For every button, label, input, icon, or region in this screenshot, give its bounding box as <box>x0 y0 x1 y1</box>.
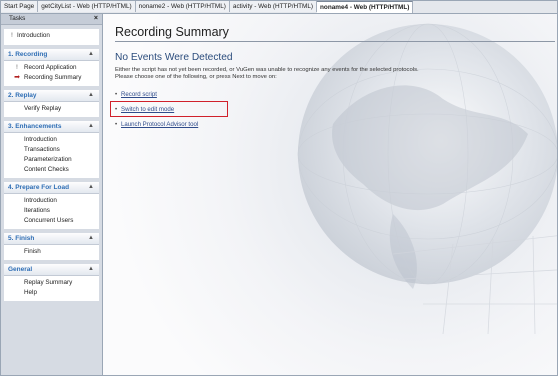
description-text: Either the script has not yet been recor… <box>115 67 535 81</box>
highlight-box <box>110 101 228 117</box>
chevron-up-icon[interactable]: ▲ <box>88 90 94 101</box>
group-general-header[interactable]: General ▲ <box>4 264 99 276</box>
main-content: Recording Summary No Events Were Detecte… <box>103 14 557 375</box>
page-title: Recording Summary <box>115 25 229 39</box>
bullet-icon: • <box>115 121 118 128</box>
group-prepare-for-load-header[interactable]: 4. Prepare For Load ▲ <box>4 182 99 194</box>
sidebar-item-label: Transactions <box>24 146 60 153</box>
sidebar-item-load-introduction[interactable]: Introduction <box>4 196 99 206</box>
tasks-pane-header: Tasks × <box>1 14 102 25</box>
tab-activity[interactable]: activity - Web (HTTP/HTML) <box>229 1 318 12</box>
tab-noname4[interactable]: noname4 - Web (HTTP/HTML) <box>317 1 414 13</box>
info-icon: ! <box>11 33 13 39</box>
sidebar-item-record-application[interactable]: ! Record Application <box>4 63 99 73</box>
group-recording: 1. Recording ▲ ! Record Application ➡ Re… <box>4 49 99 86</box>
tasks-pane-title: Tasks <box>9 15 26 22</box>
sidebar-item-help[interactable]: Help <box>4 288 99 298</box>
sidebar-item-enh-introduction[interactable]: Introduction <box>4 135 99 145</box>
arrow-right-icon: ➡ <box>14 74 20 81</box>
group-replay: 2. Replay ▲ Verify Replay <box>4 90 99 117</box>
description-line: Please choose one of the following, or p… <box>115 74 277 80</box>
group-title: 3. Enhancements <box>8 123 62 130</box>
group-prepare-for-load: 4. Prepare For Load ▲ Introduction Itera… <box>4 182 99 229</box>
sidebar-item-label: Introduction <box>24 136 57 143</box>
title-divider <box>115 41 555 42</box>
sidebar-item-label: Record Application <box>24 64 77 71</box>
tab-getcitylist[interactable]: getCityList - Web (HTTP/HTML) <box>38 1 136 12</box>
introduction-item[interactable]: ! Introduction <box>8 32 95 40</box>
sidebar-item-replay-summary[interactable]: Replay Summary <box>4 278 99 288</box>
sidebar-item-label: Help <box>24 289 37 296</box>
chevron-up-icon[interactable]: ▲ <box>88 182 94 193</box>
close-icon[interactable]: × <box>94 14 98 24</box>
group-title: 1. Recording <box>8 51 48 58</box>
sidebar-item-label: Concurrent Users <box>24 217 74 224</box>
sidebar-item-recording-summary[interactable]: ➡ Recording Summary <box>4 73 99 83</box>
sidebar-item-verify-replay[interactable]: Verify Replay <box>4 104 99 114</box>
group-title: 4. Prepare For Load <box>8 184 70 191</box>
sidebar-item-content-checks[interactable]: Content Checks <box>4 165 99 175</box>
sidebar-item-concurrent-users[interactable]: Concurrent Users <box>4 216 99 226</box>
sidebar-item-label: Recording Summary <box>24 74 82 81</box>
introduction-link[interactable]: ! Introduction <box>4 29 99 45</box>
document-tab-bar: Start Page getCityList - Web (HTTP/HTML)… <box>1 1 557 14</box>
description-line: Either the script has not yet been recor… <box>115 67 419 73</box>
sidebar-item-label: Iterations <box>24 207 50 214</box>
group-enhancements-header[interactable]: 3. Enhancements ▲ <box>4 121 99 133</box>
chevron-up-icon[interactable]: ▲ <box>88 121 94 132</box>
group-title: General <box>8 266 33 273</box>
bullet-icon: • <box>115 91 118 98</box>
group-replay-header[interactable]: 2. Replay ▲ <box>4 90 99 102</box>
tab-noname2[interactable]: noname2 - Web (HTTP/HTML) <box>135 1 230 12</box>
group-finish-header[interactable]: 5. Finish ▲ <box>4 233 99 245</box>
sidebar-item-finish[interactable]: Finish <box>4 247 99 257</box>
tasks-pane: Tasks × ! Introduction 1. Recording ▲ ! … <box>1 14 103 375</box>
sidebar-item-label: Finish <box>24 248 41 255</box>
group-recording-header[interactable]: 1. Recording ▲ <box>4 49 99 61</box>
chevron-up-icon[interactable]: ▲ <box>88 49 94 60</box>
chevron-up-icon[interactable]: ▲ <box>88 264 94 275</box>
sidebar-item-transactions[interactable]: Transactions <box>4 145 99 155</box>
chevron-up-icon[interactable]: ▲ <box>88 233 94 244</box>
option-label: Record script <box>121 91 157 98</box>
sidebar-item-label: Content Checks <box>24 166 69 173</box>
group-general: General ▲ Replay Summary Help <box>4 264 99 301</box>
launch-protocol-advisor-link[interactable]: • Launch Protocol Advisor tool <box>115 120 198 129</box>
group-title: 2. Replay <box>8 92 37 99</box>
info-icon: ! <box>16 65 18 71</box>
sidebar-item-label: Introduction <box>24 197 57 204</box>
option-label: Launch Protocol Advisor tool <box>121 121 199 128</box>
tab-start-page[interactable]: Start Page <box>1 1 39 12</box>
group-finish: 5. Finish ▲ Finish <box>4 233 99 260</box>
sidebar-item-label: Parameterization <box>24 156 72 163</box>
sidebar-item-label: Replay Summary <box>24 279 73 286</box>
introduction-label: Introduction <box>17 32 50 39</box>
sidebar-item-parameterization[interactable]: Parameterization <box>4 155 99 165</box>
group-enhancements: 3. Enhancements ▲ Introduction Transacti… <box>4 121 99 178</box>
globe-background-image <box>297 23 557 334</box>
sidebar-item-label: Verify Replay <box>24 105 62 112</box>
group-title: 5. Finish <box>8 235 35 242</box>
section-subtitle: No Events Were Detected <box>115 52 233 63</box>
record-script-link[interactable]: • Record script <box>115 90 157 99</box>
sidebar-item-iterations[interactable]: Iterations <box>4 206 99 216</box>
